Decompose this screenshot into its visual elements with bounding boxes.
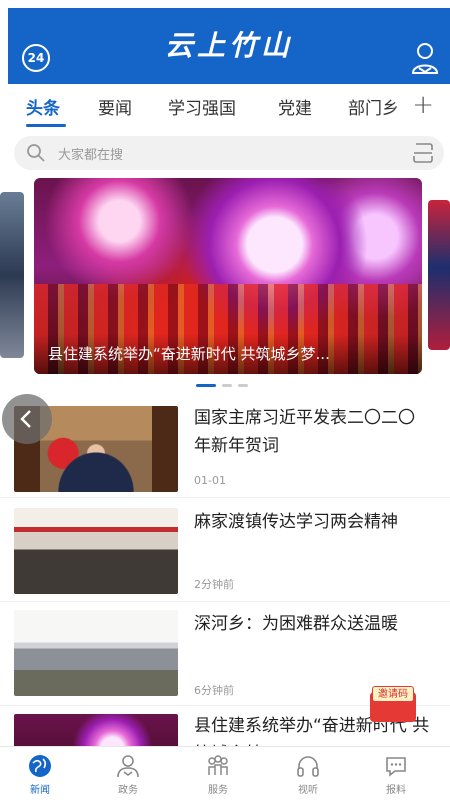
news-time: 6分钟前 <box>194 684 234 697</box>
banner-slide[interactable]: 县住建系统举办“奋进新时代 共筑城乡梦... <box>34 178 422 374</box>
chat-icon <box>386 757 406 777</box>
people-icon <box>117 755 139 778</box>
banner-caption-bar: 县住建系统举办“奋进新时代 共筑城乡梦... <box>34 334 422 374</box>
group-icon <box>208 755 228 775</box>
news-time: 2分钟前 <box>194 578 234 591</box>
nav-report[interactable]: 报料 <box>356 751 436 799</box>
chevron-left-icon <box>20 410 31 428</box>
news-title: 深河乡：为困难群众送温暖 <box>194 614 398 634</box>
nav-service[interactable]: 服务 <box>178 751 258 799</box>
search-icon <box>27 144 45 162</box>
news-thumbnail <box>14 610 178 696</box>
channel-tabs: 头条 要闻 学习强国 党建 部门乡 + <box>8 84 450 130</box>
banner-next-slide[interactable] <box>428 200 450 350</box>
nav-label: 报料 <box>386 785 406 796</box>
globe-icon <box>29 755 51 777</box>
tab-yaowen[interactable]: 要闻 <box>98 94 132 119</box>
carousel-dot <box>222 384 232 387</box>
app-screen: 24 云上竹山 头条 要闻 学习强国 党建 部门乡 + 大家都在搜 县住建系统举… <box>0 0 450 800</box>
tab-toutiao[interactable]: 头条 <box>26 94 60 119</box>
invite-code-button[interactable]: 邀请码 <box>370 684 416 722</box>
tab-xuexiqiangguo[interactable]: 学习强国 <box>168 94 236 119</box>
scan-icon[interactable] <box>412 142 434 164</box>
banner-prev-slide[interactable] <box>0 192 24 358</box>
carousel-dot <box>238 384 248 387</box>
news-thumbnail <box>14 508 178 594</box>
nav-news[interactable]: 新闻 <box>0 751 80 799</box>
user-icon[interactable] <box>410 41 440 75</box>
bottom-nav: 新闻 政务 服务 视听 报料 <box>0 746 450 800</box>
back-button[interactable] <box>2 394 52 444</box>
nav-label: 政务 <box>118 785 138 796</box>
news-item[interactable]: 麻家渡镇传达学习两会精神 2分钟前 <box>0 498 450 602</box>
headphones-icon <box>297 756 319 777</box>
search-placeholder: 大家都在搜 <box>58 148 124 163</box>
news-title: 麻家渡镇传达学习两会精神 <box>194 512 398 532</box>
carousel-indicator <box>196 384 256 388</box>
nav-label: 视听 <box>298 785 318 796</box>
news-title: 国家主席习近平发表二〇二〇年新年贺词 <box>194 408 415 456</box>
nav-audiovisual[interactable]: 视听 <box>268 751 348 799</box>
invite-code-label: 邀请码 <box>372 686 414 702</box>
carousel-dot <box>196 384 216 387</box>
nav-label: 新闻 <box>30 785 50 796</box>
news-thumbnail <box>14 714 178 746</box>
tab-dangjian[interactable]: 党建 <box>278 94 312 119</box>
app-title: 云上竹山 <box>164 29 293 62</box>
news-time: 01-01 <box>194 474 226 487</box>
app-header: 24 云上竹山 <box>8 8 450 84</box>
banner-caption: 县住建系统举办“奋进新时代 共筑城乡梦... <box>48 345 330 363</box>
search-bar[interactable]: 大家都在搜 <box>14 136 444 170</box>
news-item[interactable]: 国家主席习近平发表二〇二〇年新年贺词 01-01 <box>0 398 450 498</box>
nav-government[interactable]: 政务 <box>88 751 168 799</box>
banner-carousel[interactable]: 县住建系统举办“奋进新时代 共筑城乡梦... <box>0 178 450 374</box>
add-channel-button[interactable]: + <box>412 90 434 120</box>
active-tab-indicator <box>26 124 66 127</box>
nav-label: 服务 <box>208 785 228 796</box>
